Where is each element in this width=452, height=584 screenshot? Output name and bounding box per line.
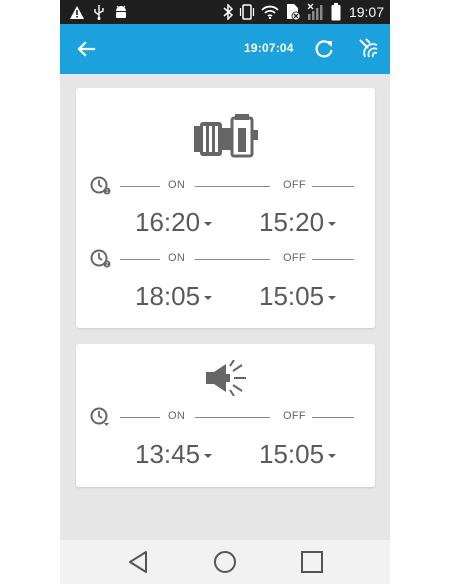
signal-icon — [307, 3, 323, 20]
chevron-down-icon — [204, 295, 213, 300]
no-sim-icon — [286, 4, 301, 21]
status-right-icons: 19:07 — [223, 2, 384, 22]
timer-1-on-label: ON — [168, 179, 186, 191]
speaker-timer-card: ON OFF 13:45 15:05 — [76, 344, 375, 487]
timer-2-off-time: 15:05 — [259, 281, 325, 311]
timer-3-line-mid — [195, 417, 270, 418]
timer-1-line-left — [120, 186, 160, 187]
bluetooth-icon — [223, 4, 233, 20]
timer-1-off-time: 15:20 — [259, 207, 325, 237]
status-time: 19:07 — [348, 4, 384, 20]
back-triangle-icon[interactable] — [124, 548, 152, 576]
timer-2-off-label: OFF — [283, 252, 306, 264]
usb-icon — [94, 4, 104, 20]
timer-2-on-label: ON — [168, 252, 186, 264]
timer-2-line-right — [312, 259, 354, 260]
timer-3-line-left — [120, 417, 160, 418]
wifi-icon — [261, 5, 279, 19]
timer-1-clock-icon: 1 — [90, 176, 111, 195]
speaker-icon — [206, 360, 246, 396]
chevron-down-icon — [328, 453, 337, 458]
timer-2-line-mid — [195, 259, 270, 260]
timer-2-off-time-dropdown[interactable]: 15:05 — [259, 281, 337, 312]
chevron-down-icon — [328, 221, 337, 226]
phone-screen: 19:07 19:07:04 1 ON OFF 16:20 15:20 2 ON… — [60, 0, 390, 584]
timer-1-on-time-dropdown[interactable]: 16:20 — [135, 207, 213, 238]
timer-2-line-left — [120, 259, 160, 260]
timer-1-on-time: 16:20 — [135, 207, 201, 237]
svg-text:2: 2 — [106, 262, 109, 268]
app-bar: 19:07:04 — [60, 24, 390, 74]
svg-text:1: 1 — [106, 189, 109, 195]
timer-3-off-label: OFF — [283, 410, 306, 422]
timer-3-on-time: 13:45 — [135, 439, 201, 469]
timer-3-on-time-dropdown[interactable]: 13:45 — [135, 439, 213, 470]
chevron-down-icon — [204, 453, 213, 458]
timer-3-line-right — [312, 417, 354, 418]
timer-1-off-time-dropdown[interactable]: 15:20 — [259, 207, 337, 238]
pump-timer-card: 1 ON OFF 16:20 15:20 2 ON OFF 18:05 15:0… — [76, 88, 375, 328]
chevron-down-icon — [204, 221, 213, 226]
warning-icon — [70, 5, 84, 19]
chevron-down-icon — [328, 295, 337, 300]
vibrate-icon — [239, 4, 255, 20]
timer-row-3: ON OFF — [90, 407, 360, 427]
timer-2-on-time: 18:05 — [135, 281, 201, 311]
status-bar: 19:07 — [60, 0, 390, 24]
recents-square-icon[interactable] — [298, 548, 326, 576]
arrow-back-icon[interactable] — [74, 37, 98, 61]
timer-1-line-right — [312, 186, 354, 187]
refresh-icon[interactable] — [312, 37, 336, 61]
timer-3-clock-icon — [90, 407, 109, 426]
timer-1-line-mid — [195, 186, 270, 187]
battery-icon — [331, 3, 341, 21]
timer-row-2: 2 ON OFF — [90, 249, 360, 269]
timer-3-off-time: 15:05 — [259, 439, 325, 469]
timer-2-clock-icon: 2 — [90, 249, 111, 268]
timer-row-1: 1 ON OFF — [90, 176, 360, 196]
timer-3-on-label: ON — [168, 410, 186, 422]
home-circle-icon[interactable] — [211, 548, 239, 576]
timer-1-off-label: OFF — [283, 179, 306, 191]
pump-icon — [194, 114, 258, 158]
timer-2-on-time-dropdown[interactable]: 18:05 — [135, 281, 213, 312]
wireless-sync-icon[interactable] — [356, 36, 380, 60]
status-left-icons — [70, 3, 128, 21]
android-debug-icon — [116, 5, 126, 18]
timer-3-off-time-dropdown[interactable]: 15:05 — [259, 439, 337, 470]
system-nav-bar — [60, 540, 390, 584]
app-clock: 19:07:04 — [244, 41, 294, 55]
